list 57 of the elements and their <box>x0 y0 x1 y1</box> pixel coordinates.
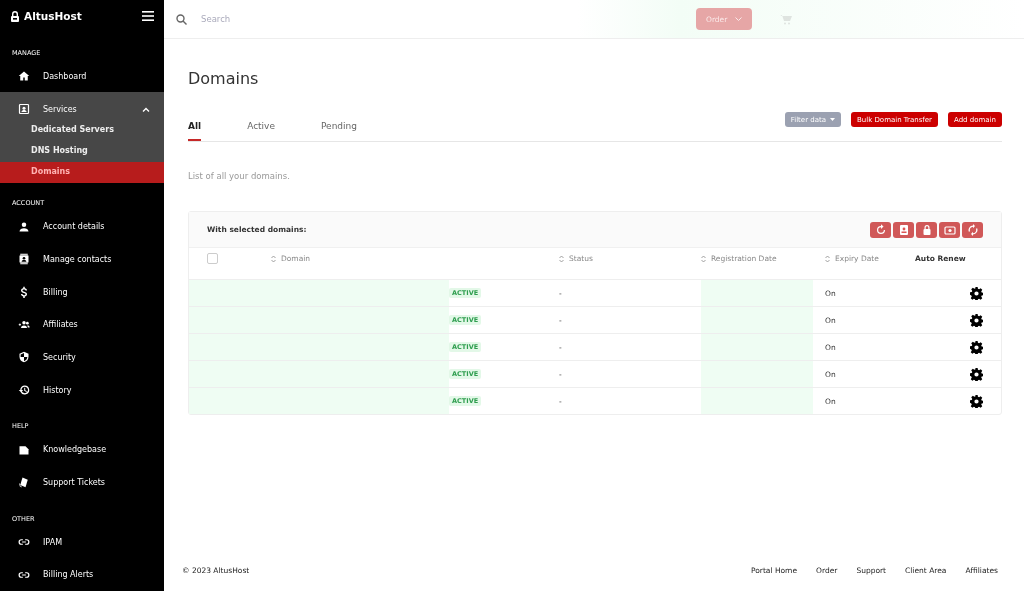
home-icon <box>18 70 30 82</box>
tickets-icon <box>18 476 30 489</box>
brand-name: AltusHost <box>24 10 82 23</box>
description-text: List of all your domains. <box>188 171 291 181</box>
tab[interactable]: All <box>188 118 202 141</box>
shield-icon <box>18 351 30 364</box>
menu-icon[interactable] <box>142 11 154 22</box>
sync-button[interactable] <box>962 221 983 238</box>
document-icon <box>18 443 30 456</box>
sidebar-item[interactable]: Services <box>0 98 164 121</box>
submenu-item[interactable]: Dedicated Servers <box>0 120 164 142</box>
refresh-button[interactable] <box>870 221 891 238</box>
submenu-item[interactable]: Domains <box>0 162 164 184</box>
chevron-down-icon <box>735 17 743 21</box>
contact-card-icon <box>18 103 30 116</box>
sidebar-item[interactable]: Manage contacts <box>0 243 164 276</box>
sidebar-item[interactable]: Billing <box>0 275 164 309</box>
sidebar-item[interactable]: Billing Alerts <box>0 558 164 591</box>
sort-icon <box>559 254 564 263</box>
chevron-up-icon <box>142 106 150 112</box>
history-icon <box>18 384 30 397</box>
sidebar-item[interactable]: Support Tickets <box>0 466 164 499</box>
sidebar-item[interactable]: Dashboard <box>0 59 164 93</box>
submenu-item[interactable]: DNS Hosting <box>0 141 164 163</box>
settings-icon[interactable] <box>970 394 983 408</box>
sort-icon <box>825 254 830 263</box>
people-icon <box>18 318 30 331</box>
money-button[interactable] <box>939 221 960 238</box>
tab[interactable]: Pending <box>321 118 357 141</box>
settings-icon[interactable] <box>970 313 983 327</box>
settings-icon[interactable] <box>970 286 983 300</box>
person-icon <box>18 220 30 233</box>
sync-icon <box>966 223 979 236</box>
lock-button[interactable] <box>916 221 937 238</box>
settings-icon[interactable] <box>970 367 983 381</box>
logo-icon <box>10 10 20 22</box>
address-book-icon <box>18 253 30 266</box>
dollar-icon <box>18 286 30 298</box>
search-icon <box>176 13 187 25</box>
contact-card-button[interactable] <box>893 221 914 238</box>
sort-icon <box>701 254 706 263</box>
tab[interactable]: Active <box>247 118 275 141</box>
refresh-icon <box>874 223 887 236</box>
contact-card-icon <box>897 223 910 236</box>
checkbox[interactable] <box>207 253 218 264</box>
sidebar-item[interactable]: Account details <box>0 210 164 243</box>
sort-icon <box>271 254 276 263</box>
sidebar-item[interactable]: IPAM <box>0 525 164 559</box>
sidebar-item[interactable]: Affiliates <box>0 308 164 342</box>
settings-icon[interactable] <box>970 340 983 354</box>
sidebar-item[interactable]: Knowledgebase <box>0 433 164 467</box>
page-title: Domains <box>188 69 260 89</box>
sidebar-item[interactable]: Security <box>0 341 164 374</box>
sidebar-item[interactable]: History <box>0 373 164 407</box>
search-field[interactable]: Search <box>199 13 503 25</box>
money-icon <box>943 223 956 236</box>
caret-icon <box>830 118 835 121</box>
